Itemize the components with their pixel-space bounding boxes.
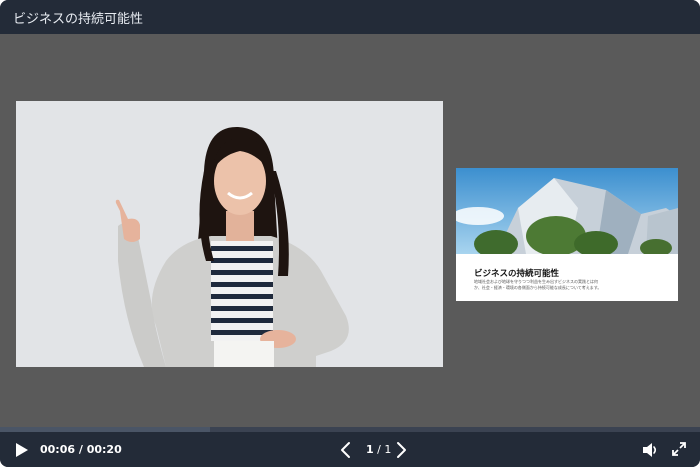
- title-bar: ビジネスの持続可能性: [0, 0, 700, 34]
- volume-icon[interactable]: [641, 441, 659, 459]
- control-bar: 00:06 / 00:20 1 / 1: [0, 432, 700, 467]
- video-frame[interactable]: [16, 101, 443, 367]
- window-title: ビジネスの持続可能性: [13, 11, 144, 27]
- slide-body: 地域社会および地球を守りつつ利益を生み出すビジネスの実践とは何か、社会・経済・環…: [474, 279, 602, 290]
- time-display: 00:06 / 00:20: [40, 443, 122, 456]
- page-indicator: 1 / 1: [366, 443, 391, 456]
- player-window: ビジネスの持続可能性 ビジネスの持続可能性 地域社会および地球を守りつつ利益を生…: [0, 0, 700, 467]
- page-current: 1: [366, 443, 374, 456]
- slide-title: ビジネスの持続可能性: [474, 269, 560, 279]
- slide-photo: [456, 168, 678, 254]
- fullscreen-icon[interactable]: [671, 441, 687, 457]
- page-separator: /: [373, 443, 385, 456]
- chevron-right-icon[interactable]: [394, 441, 408, 459]
- duration: 00:20: [86, 443, 122, 456]
- time-separator: /: [75, 443, 87, 456]
- presenter-image: [16, 101, 443, 367]
- current-time: 00:06: [40, 443, 76, 456]
- chevron-left-icon[interactable]: [339, 441, 353, 459]
- slide-thumbnail[interactable]: ビジネスの持続可能性 地域社会および地球を守りつつ利益を生み出すビジネスの実践と…: [456, 168, 678, 301]
- play-icon[interactable]: [15, 442, 29, 458]
- page-total: 1: [384, 443, 392, 456]
